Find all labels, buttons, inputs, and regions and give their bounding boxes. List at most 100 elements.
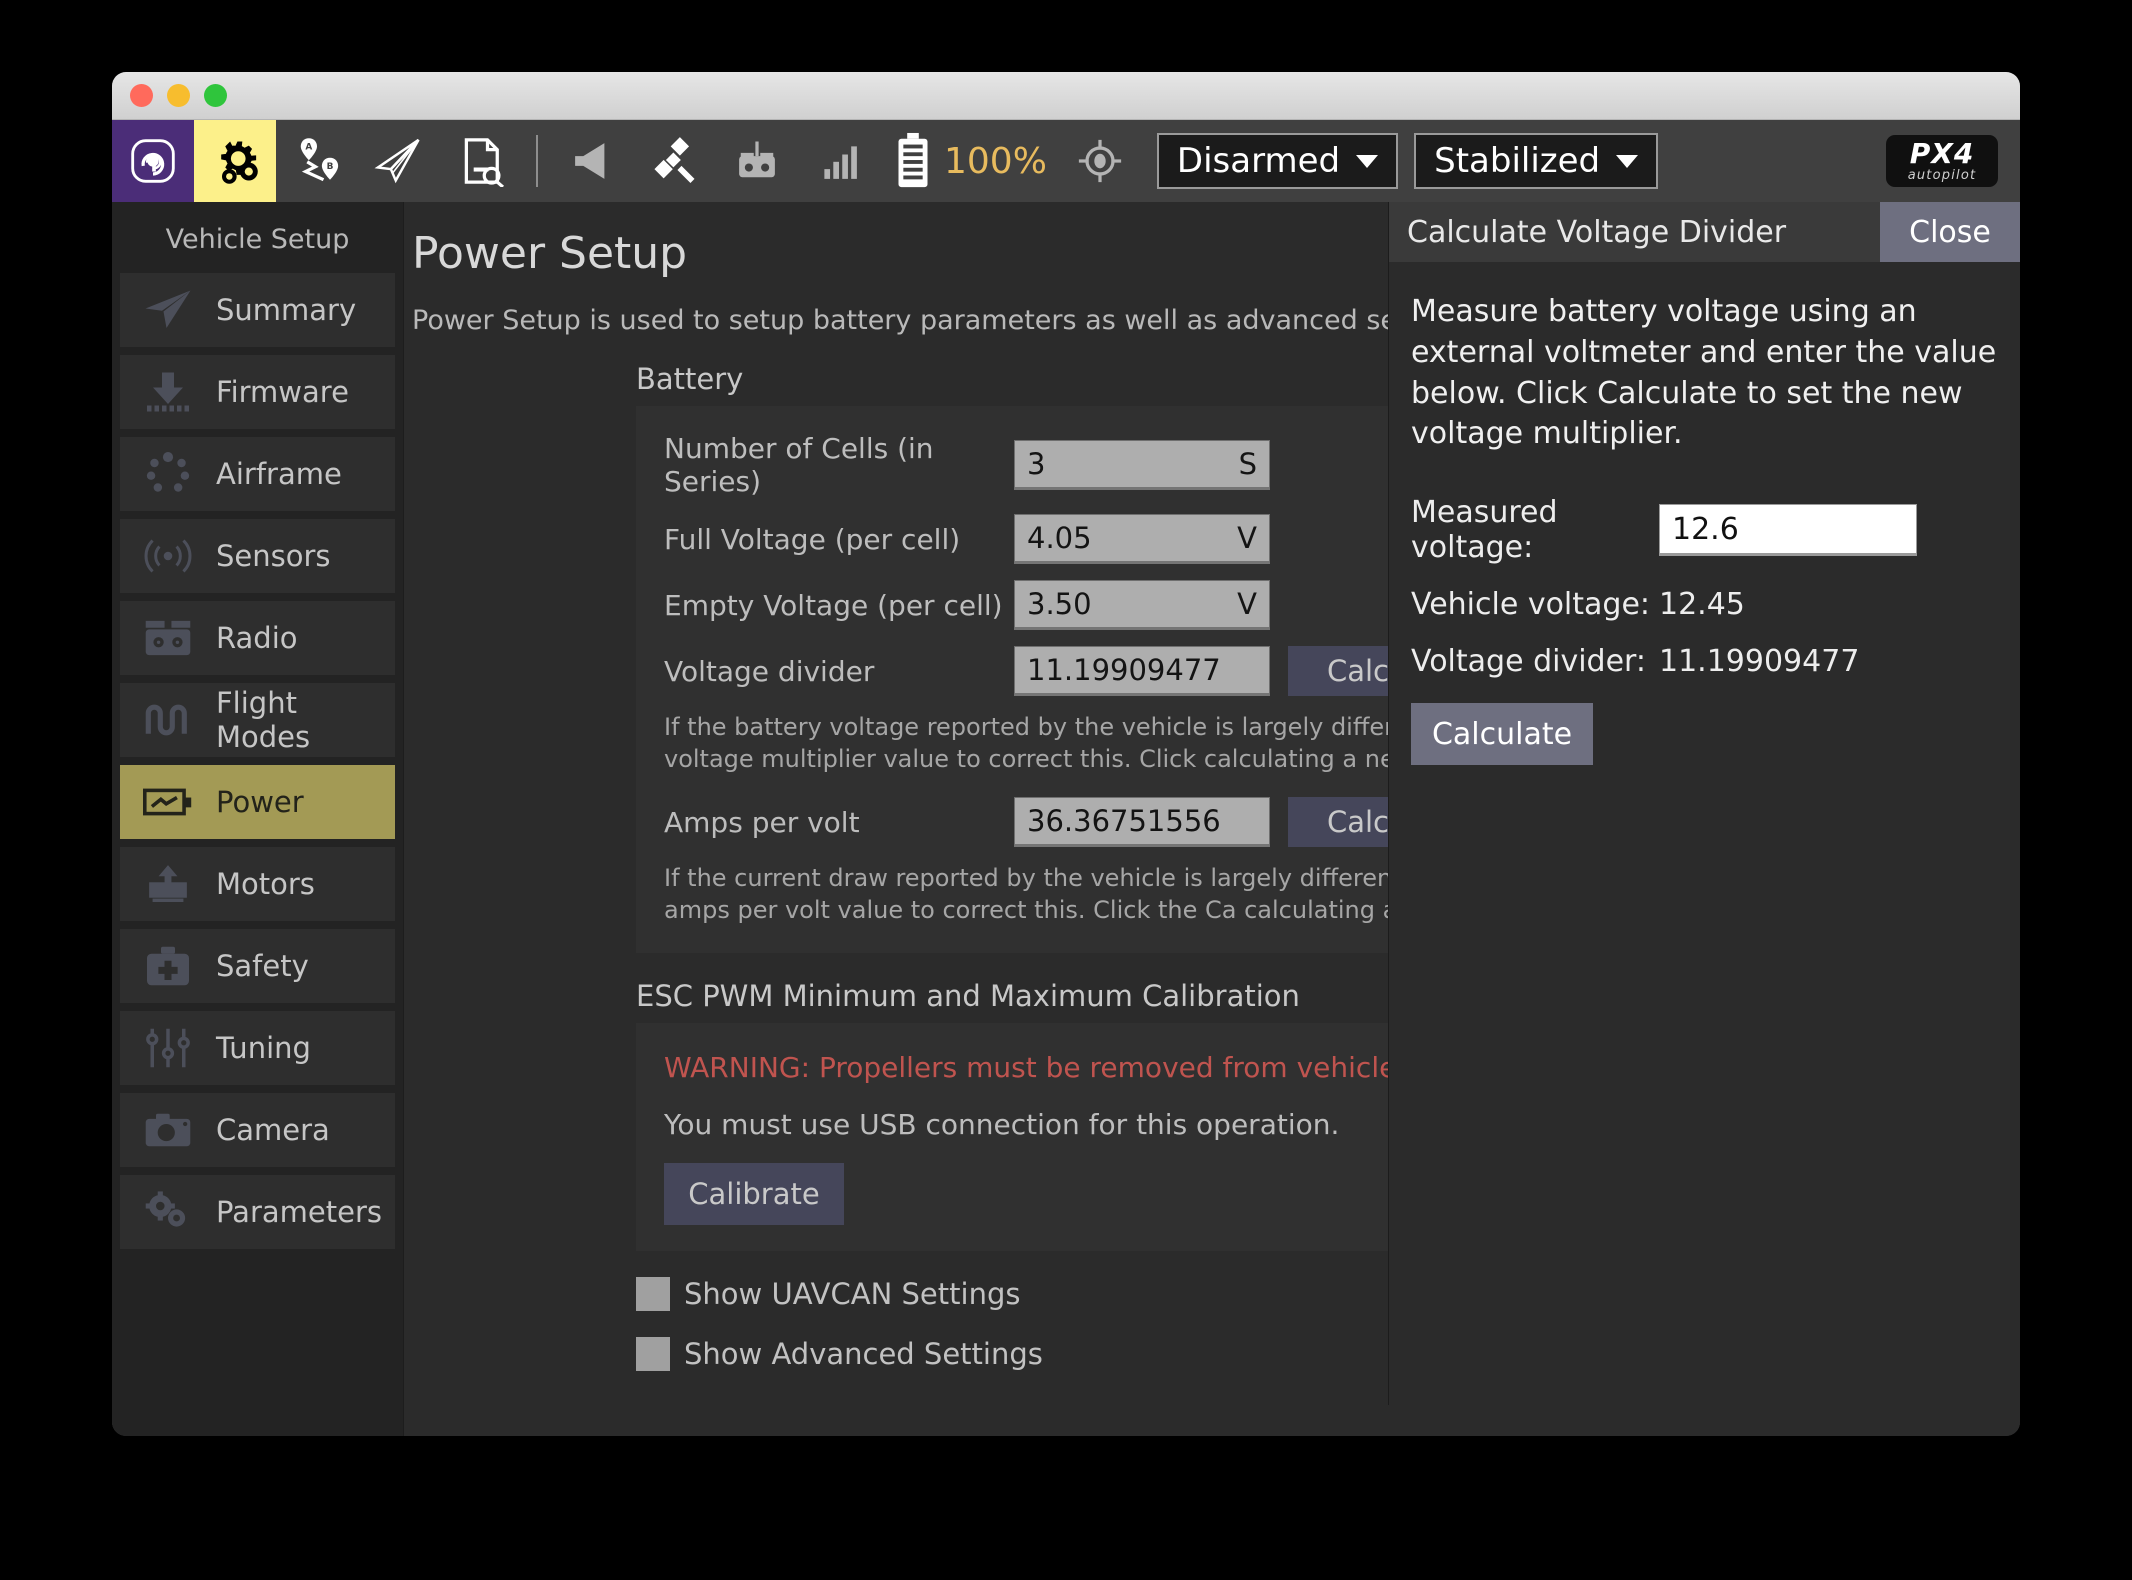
px4-logo-line1: PX4 [1909, 137, 1975, 170]
sidebar-label: Sensors [216, 539, 331, 573]
sidebar-label: Motors [216, 867, 315, 901]
sidebar-item-radio[interactable]: Radio [120, 601, 395, 675]
flight-modes-icon [142, 697, 194, 743]
dialog-instructions: Measure battery voltage using an externa… [1411, 294, 1997, 452]
vehicle-voltage-row: Vehicle voltage: 12.45 [1411, 587, 1998, 622]
analyze-view-button[interactable] [440, 120, 522, 202]
sidebar-item-parameters[interactable]: Parameters [120, 1175, 395, 1249]
show-uavcan-label: Show UAVCAN Settings [684, 1277, 1021, 1312]
dialog-calculate-button[interactable]: Calculate [1411, 703, 1593, 766]
rc-indicator[interactable] [716, 120, 798, 202]
sidebar-item-firmware[interactable]: Firmware [120, 355, 395, 429]
dialog-body: Measure battery voltage using an externa… [1389, 262, 2020, 766]
sidebar-label: Airframe [216, 457, 342, 491]
download-chip-icon [142, 369, 194, 415]
sidebar-label: Summary [216, 293, 357, 327]
sidebar-label: Tuning [216, 1031, 311, 1065]
window-close-button[interactable] [130, 84, 153, 107]
dialog-title: Calculate Voltage Divider [1407, 214, 1787, 250]
cells-value: 3 [1027, 447, 1046, 481]
show-advanced-checkbox[interactable] [636, 1337, 670, 1372]
battery-bolt-icon [142, 779, 194, 825]
full-voltage-label: Full Voltage (per cell) [664, 522, 961, 556]
svg-text:B: B [327, 162, 334, 172]
gears-icon [142, 1189, 194, 1235]
full-voltage-unit: V [1237, 521, 1257, 555]
amps-per-volt-value: 36.36751556 [1027, 804, 1221, 839]
empty-voltage-input[interactable]: 3.50 V [1014, 580, 1270, 630]
amps-per-volt-label: Amps per volt [664, 805, 860, 839]
sidebar-item-tuning[interactable]: Tuning [120, 1011, 395, 1085]
sidebar-label: Radio [216, 621, 298, 655]
battery-indicator[interactable]: 100% [880, 132, 1059, 190]
vehicle-voltage-value: 12.45 [1659, 587, 1745, 623]
show-uavcan-checkbox[interactable] [636, 1277, 670, 1312]
gps-lock-indicator[interactable] [1059, 120, 1141, 202]
sidebar-label: Camera [216, 1113, 330, 1147]
sidebar-item-motors[interactable]: Motors [120, 847, 395, 921]
fly-view-button[interactable] [358, 120, 440, 202]
main-toolbar: A B 100% Disarmed Stabilized PX4 autopil… [112, 120, 2020, 202]
chevron-down-icon [1616, 154, 1639, 168]
sidebar-item-safety[interactable]: Safety [120, 929, 395, 1003]
sliders-icon [142, 1025, 194, 1071]
amps-per-volt-input[interactable]: 36.36751556 [1014, 797, 1270, 848]
show-advanced-label: Show Advanced Settings [684, 1337, 1043, 1372]
qgc-logo-icon [131, 139, 175, 183]
empty-voltage-value: 3.50 [1027, 587, 1092, 621]
vehicle-voltage-label: Vehicle voltage: [1411, 587, 1651, 623]
sidebar-item-sensors[interactable]: Sensors [120, 519, 395, 593]
sidebar-label: Firmware [216, 375, 349, 409]
svg-text:A: A [305, 143, 312, 153]
full-voltage-input[interactable]: 4.05 V [1014, 514, 1270, 564]
window-minimize-button[interactable] [167, 84, 190, 107]
dialog-header: Calculate Voltage Divider Close [1389, 202, 2020, 262]
satellite-icon [654, 137, 695, 183]
calculate-voltage-divider-dialog: Calculate Voltage Divider Close Measure … [1388, 202, 2020, 1405]
window-zoom-button[interactable] [204, 84, 227, 107]
flight-mode-label: Stabilized [1434, 141, 1601, 181]
plan-waypoints-icon: A B [300, 138, 339, 182]
sidebar-title: Vehicle Setup [165, 224, 350, 255]
esc-calibrate-button[interactable]: Calibrate [664, 1163, 844, 1226]
measured-voltage-label: Measured voltage: [1411, 495, 1558, 566]
cells-input[interactable]: 3 S [1014, 440, 1270, 490]
signal-bars-icon [824, 146, 857, 179]
sidebar-label: Safety [216, 949, 309, 983]
measured-voltage-input[interactable]: 12.6 [1659, 504, 1917, 557]
voltage-divider-value: 11.19909477 [1027, 653, 1221, 687]
application-window: A B 100% Disarmed Stabilized PX4 autopil… [112, 72, 2020, 1436]
remote-control-icon [739, 141, 775, 178]
sidebar-label: Flight Modes [216, 686, 311, 754]
analyze-document-icon [464, 138, 505, 187]
sidebar-item-power[interactable]: Power [120, 765, 395, 839]
dialog-voltage-divider-value: 11.19909477 [1659, 644, 1860, 680]
qgc-logo-button[interactable] [112, 120, 194, 202]
chevron-down-icon [1356, 154, 1379, 168]
sensor-waves-icon [142, 533, 194, 579]
gps-indicator[interactable] [634, 120, 716, 202]
sidebar-item-camera[interactable]: Camera [120, 1093, 395, 1167]
vehicle-setup-button[interactable] [194, 120, 276, 202]
dialog-voltage-divider-label: Voltage divider: [1411, 644, 1646, 680]
messages-indicator[interactable] [552, 120, 634, 202]
motor-icon [142, 861, 194, 907]
window-body: Vehicle Setup Summary Firmware Airframe … [112, 202, 2020, 1436]
armed-state-dropdown[interactable]: Disarmed [1156, 133, 1399, 189]
measured-voltage-value: 12.6 [1672, 511, 1739, 547]
empty-voltage-label: Empty Voltage (per cell) [664, 588, 1003, 622]
sidebar-item-flight-modes[interactable]: Flight Modes [120, 683, 395, 757]
dialog-close-button[interactable]: Close [1880, 202, 2020, 262]
cells-label: Number of Cells (in Series) [664, 432, 934, 498]
dialog-voltage-divider-row: Voltage divider: 11.19909477 [1411, 644, 1998, 679]
measured-voltage-row: Measured voltage: 12.6 [1411, 495, 1998, 565]
sidebar-item-summary[interactable]: Summary [120, 273, 395, 347]
sidebar-item-airframe[interactable]: Airframe [120, 437, 395, 511]
telemetry-indicator[interactable] [798, 120, 880, 202]
plan-view-button[interactable]: A B [276, 120, 358, 202]
airframe-dots-icon [142, 451, 194, 497]
battery-icon [898, 132, 928, 188]
flight-mode-dropdown[interactable]: Stabilized [1414, 133, 1659, 189]
battery-percent-label: 100% [944, 140, 1047, 182]
voltage-divider-input[interactable]: 11.19909477 [1014, 646, 1270, 696]
